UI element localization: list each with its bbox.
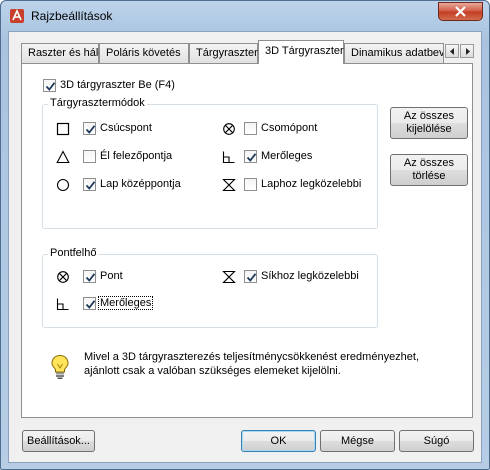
window-title: Rajzbeállítások — [31, 9, 113, 23]
edge-midpoint-checkbox[interactable] — [83, 150, 96, 163]
tab-3d-object-snap[interactable]: 3D Tárgyraszter — [258, 40, 344, 64]
select-all-button[interactable]: Az összes kijelölése — [390, 107, 468, 139]
check-icon — [45, 82, 56, 91]
arrow-right-icon — [466, 48, 470, 55]
node-marker-icon — [223, 123, 235, 135]
hourglass-marker-icon — [222, 178, 236, 192]
edge-midpoint-label: Él felezőpontja — [100, 150, 173, 162]
circle-marker-icon — [56, 178, 70, 192]
tab-polar-tracking[interactable]: Poláris követés — [99, 43, 189, 63]
title-bar[interactable]: Rajzbeállítások — [1, 1, 489, 31]
tab-scroll-right-button[interactable] — [460, 44, 474, 58]
check-icon — [85, 300, 96, 309]
perpendicular-label: Merőleges — [261, 150, 313, 162]
ok-button[interactable]: OK — [241, 430, 316, 452]
help-button[interactable]: Súgó — [399, 430, 474, 452]
check-icon — [85, 273, 96, 282]
nearest-to-plane-label: Síkhoz legközelebbi — [261, 270, 359, 282]
hourglass-marker-icon — [222, 270, 236, 284]
tab-dynamic-input[interactable]: Dinamikus adatbevit — [344, 43, 444, 63]
triangle-marker-icon — [56, 150, 70, 164]
3d-osnap-on-checkbox[interactable] — [43, 79, 56, 92]
face-center-label: Lap középpontja — [100, 178, 181, 190]
check-icon — [246, 273, 257, 282]
node-marker-icon — [57, 271, 69, 283]
cancel-button[interactable]: Mégse — [320, 430, 395, 452]
square-marker-icon — [56, 122, 70, 136]
3d-osnap-on-label: 3D tárgyraszter Be (F4) — [60, 79, 175, 91]
point-label: Pont — [100, 270, 123, 282]
info-message: Mivel a 3D tárgyraszterezés teljesítmény… — [84, 351, 420, 377]
dialog-client: Raszter és háló Poláris követés Tárgyras… — [8, 31, 482, 463]
lightbulb-icon — [51, 354, 69, 379]
point-checkbox[interactable] — [83, 270, 96, 283]
tab-panel: 3D tárgyraszter Be (F4) Tárgyrasztermódo… — [21, 63, 473, 418]
close-icon — [455, 6, 466, 17]
close-button[interactable] — [438, 2, 483, 21]
perpendicular-marker-icon — [222, 151, 235, 164]
node-checkbox[interactable] — [244, 122, 257, 135]
check-icon — [246, 153, 257, 162]
pointcloud-perpendicular-label: Merőleges — [98, 296, 154, 310]
nearest-to-plane-checkbox[interactable] — [244, 270, 257, 283]
nearest-to-face-checkbox[interactable] — [244, 178, 257, 191]
nearest-to-face-label: Laphoz legközelebbi — [261, 178, 362, 190]
app-icon — [9, 8, 25, 24]
point-cloud-group — [42, 254, 378, 328]
tab-grid-snap[interactable]: Raszter és háló — [21, 43, 104, 63]
check-icon — [85, 125, 96, 134]
perpendicular-checkbox[interactable] — [244, 150, 257, 163]
node-label: Csomópont — [261, 122, 318, 134]
tab-object-snap[interactable]: Tárgyraszter — [189, 43, 258, 63]
arrow-left-icon — [450, 48, 454, 55]
vertex-label: Csúcspont — [100, 122, 152, 134]
options-button[interactable]: Beállítások... — [22, 430, 95, 452]
check-icon — [85, 181, 96, 190]
tab-scroll-left-button[interactable] — [445, 44, 459, 58]
tab-strip: Raszter és háló Poláris követés Tárgyras… — [21, 40, 481, 64]
perpendicular-marker-icon — [56, 298, 69, 311]
clear-all-button[interactable]: Az összes törlése — [390, 154, 468, 186]
pointcloud-perpendicular-checkbox[interactable] — [83, 297, 96, 310]
osnap-modes-title: Tárgyrasztermódok — [48, 97, 147, 109]
vertex-checkbox[interactable] — [83, 122, 96, 135]
point-cloud-title: Pontfelhő — [48, 247, 99, 259]
dialog-window: Rajzbeállítások Raszter és háló Poláris … — [0, 0, 490, 470]
face-center-checkbox[interactable] — [83, 178, 96, 191]
